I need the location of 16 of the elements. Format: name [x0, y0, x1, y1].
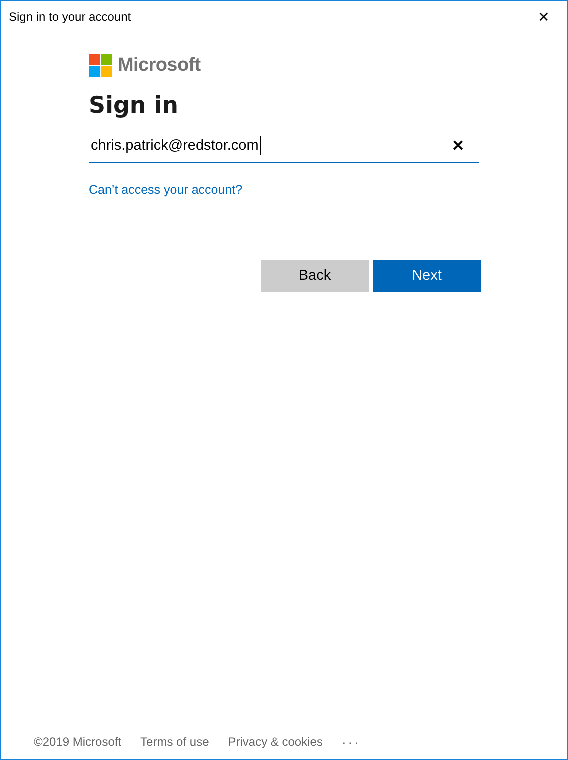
- copyright-text: ©2019 Microsoft: [34, 735, 122, 749]
- close-button[interactable]: ✕: [521, 1, 567, 32]
- more-button[interactable]: ···: [342, 734, 361, 750]
- clear-button[interactable]: ✕: [452, 136, 477, 154]
- footer-link[interactable]: Terms of use: [140, 735, 210, 749]
- page-heading: Sign in: [89, 93, 180, 119]
- back-button[interactable]: Back: [261, 260, 369, 292]
- window-title: Sign in to your account: [9, 10, 132, 24]
- email-field[interactable]: chris.patrick@redstor.com ✕: [89, 129, 479, 163]
- help-link[interactable]: Can’t access your account?: [89, 183, 479, 197]
- logo-text: Microsoft: [118, 54, 201, 76]
- footer-link[interactable]: Privacy & cookies: [228, 735, 323, 749]
- text-cursor: [260, 136, 261, 155]
- windows-logo-icon: [89, 54, 112, 77]
- email-value: chris.patrick@redstor.com: [91, 136, 261, 155]
- next-button[interactable]: Next: [373, 260, 481, 292]
